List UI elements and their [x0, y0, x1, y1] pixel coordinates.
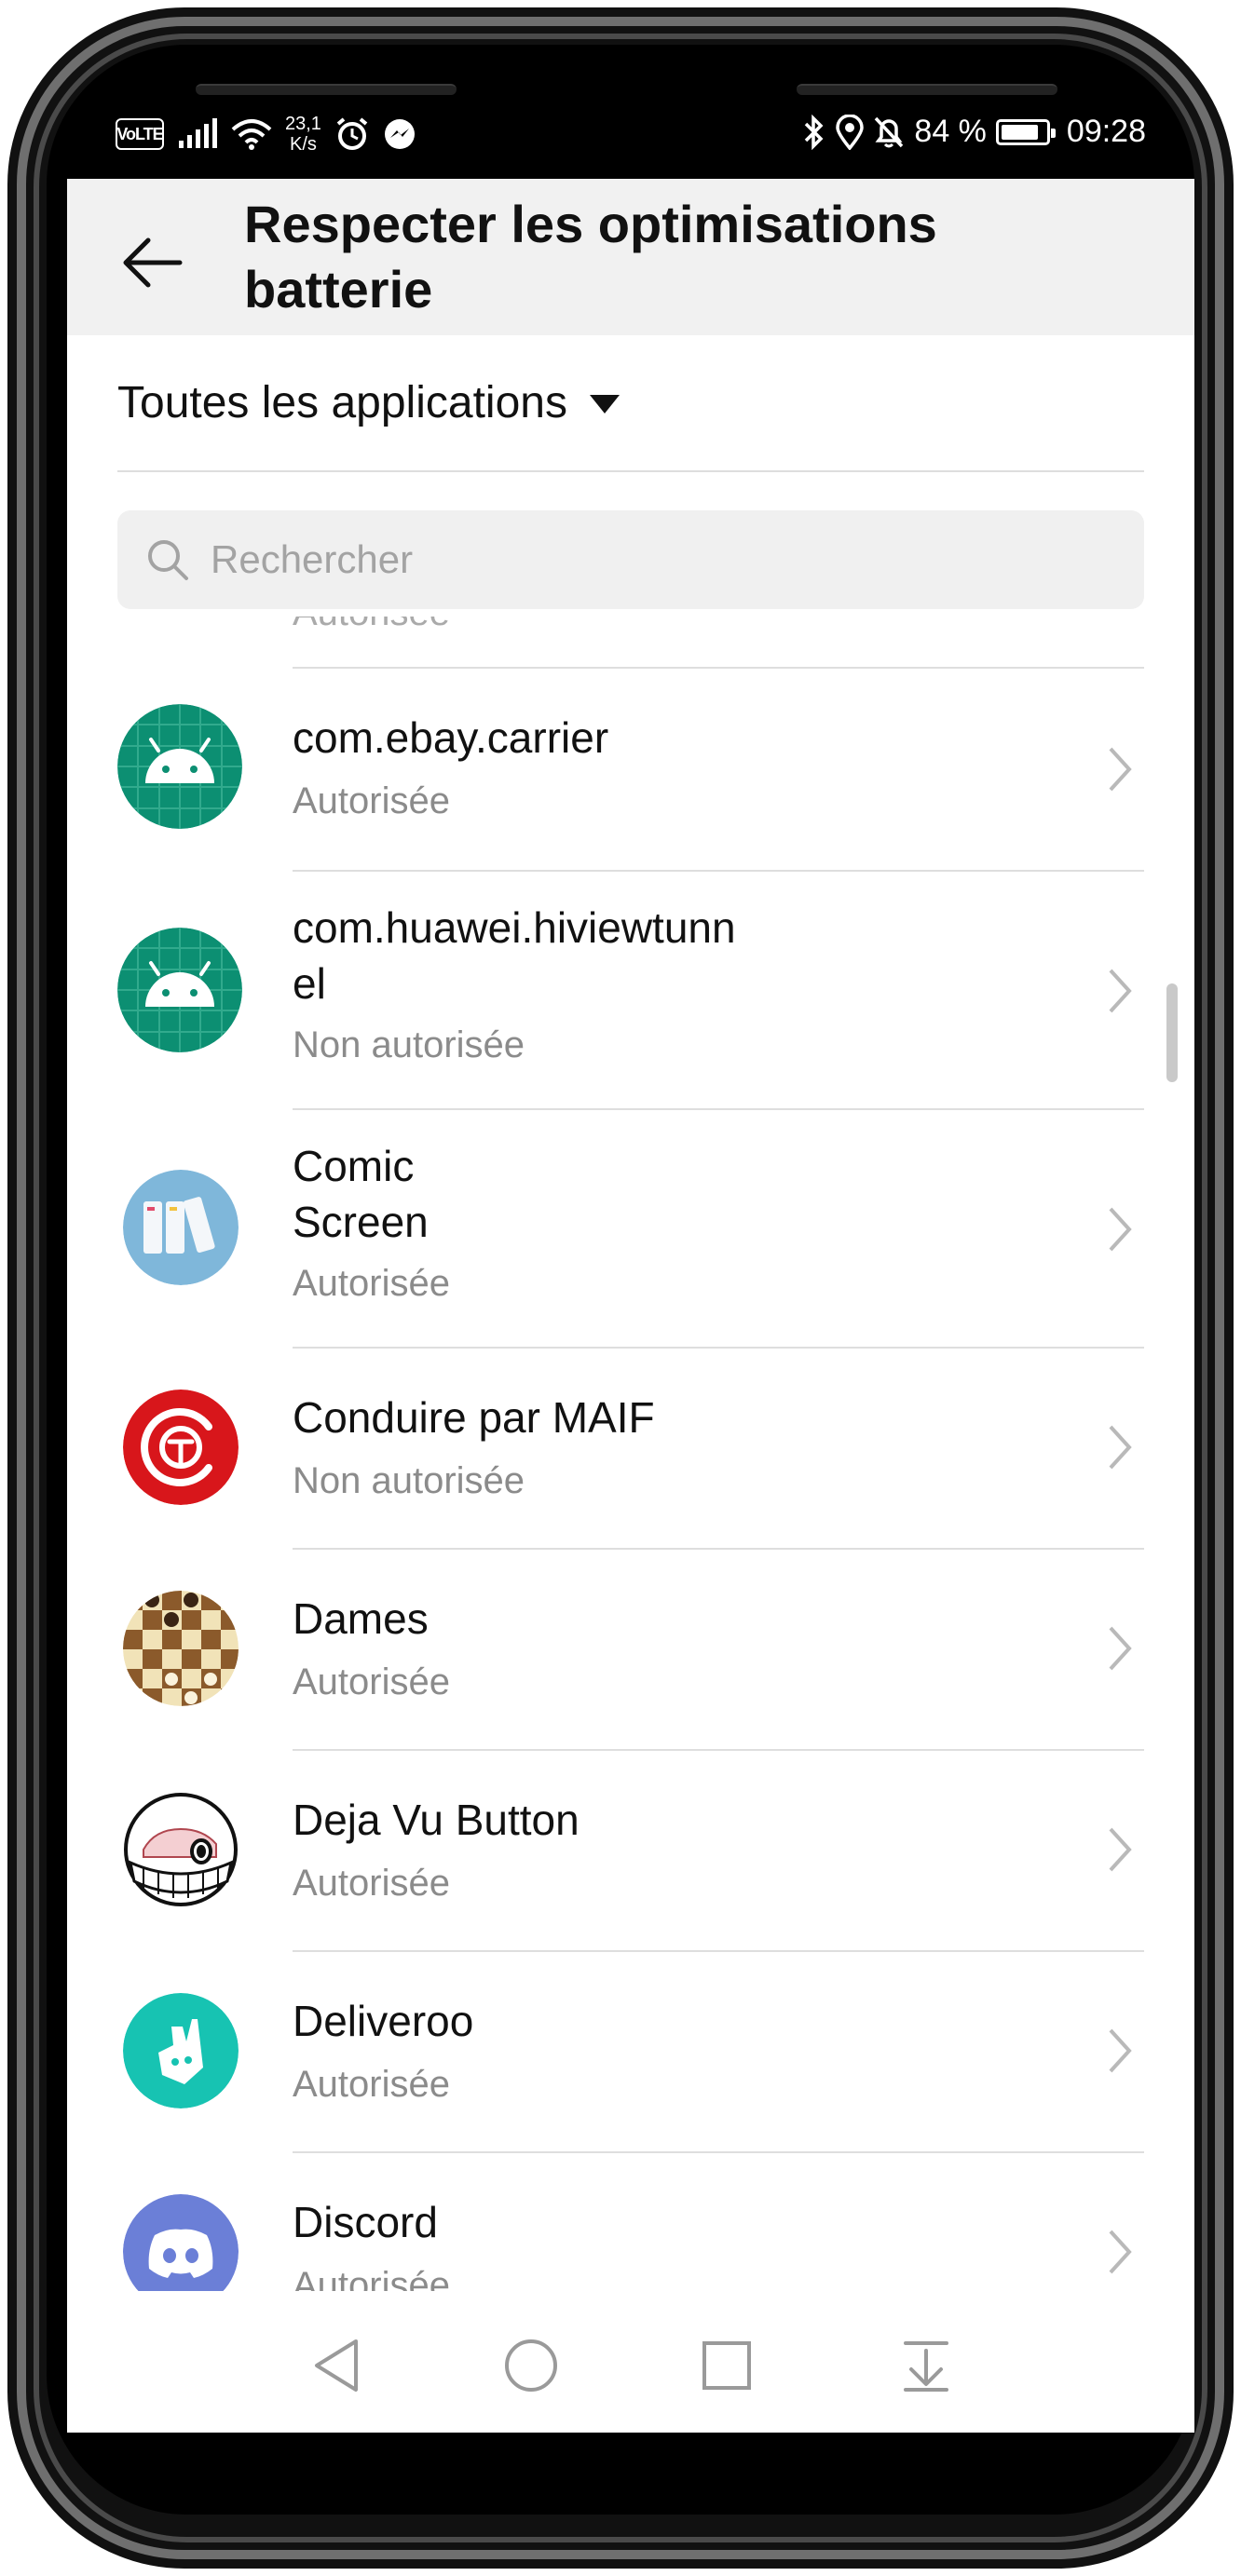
bell-off-icon — [875, 116, 904, 147]
app-name: com.ebay.carrier — [293, 713, 609, 762]
android-icon — [117, 704, 242, 829]
app-status: Autorisée — [293, 780, 450, 821]
app-row-dames[interactable]: Dames Autorisée — [67, 1550, 1194, 1749]
nav-home-button[interactable] — [494, 2328, 568, 2403]
arrow-left-icon — [123, 237, 183, 288]
alarm-icon — [336, 117, 368, 150]
nav-recents-button[interactable] — [689, 2328, 764, 2403]
deliveroo-icon — [123, 1993, 239, 2108]
discord-icon — [123, 2194, 239, 2293]
app-row-comic-screen[interactable]: Comic Screen Autorisée — [67, 1110, 1194, 1347]
app-row-com-huawei-hiviewtunnel[interactable]: com.huawei.hiviewtunn el Non autorisée — [67, 872, 1194, 1108]
app-name: Discord — [293, 2198, 438, 2246]
deja-vu-button-icon — [123, 1792, 239, 1907]
app-status: Non autorisée — [293, 1460, 525, 1501]
app-row-deliveroo[interactable]: Deliveroo Autorisée — [67, 1952, 1194, 2151]
app-name: Comic Screen — [293, 1142, 429, 1246]
app-status: Autorisée — [293, 1263, 450, 1304]
search-icon — [148, 540, 188, 580]
battery-percent: 84 % — [914, 114, 987, 149]
android-icon — [117, 928, 242, 1052]
comic-screen-icon — [123, 1170, 239, 1285]
speaker-left — [196, 84, 457, 95]
app-row-deja-vu-button[interactable]: Deja Vu Button Autorisée — [67, 1751, 1194, 1950]
triangle-back-icon — [315, 2339, 358, 2392]
checkers-icon — [123, 1591, 239, 1706]
chevron-right-icon — [1109, 1827, 1132, 1872]
app-status: Autorisée — [293, 1661, 450, 1702]
app-status: Autorisée — [293, 2064, 450, 2105]
divider — [117, 470, 1144, 472]
volte-icon: VoLTE — [116, 118, 164, 150]
speaker-right — [797, 84, 1057, 95]
app-status: Non autorisée — [293, 1024, 525, 1065]
clock: 09:28 — [1066, 114, 1146, 149]
battery-icon — [995, 118, 1056, 145]
chevron-right-icon — [1109, 969, 1132, 1013]
pull-down-notifications-icon — [904, 2341, 948, 2392]
chevron-right-icon — [1109, 2028, 1132, 2073]
app-row-discord[interactable]: Discord Autorisée — [67, 2153, 1194, 2293]
chevron-right-icon — [1109, 1425, 1132, 1470]
net-speed: 23,1 K/s — [285, 114, 321, 155]
app-name: com.huawei.hiviewtunn el — [293, 903, 736, 1008]
location-icon — [836, 114, 865, 150]
app-bar: Respecter les optimisations batterie — [67, 179, 1194, 335]
nav-back-button[interactable] — [300, 2328, 375, 2403]
app-name: Deja Vu Button — [293, 1796, 580, 1844]
app-name: Conduire par MAIF — [293, 1393, 655, 1442]
app-status: Autorisée — [293, 1863, 450, 1904]
circle-home-icon — [505, 2339, 557, 2392]
app-name: Dames — [293, 1594, 429, 1643]
scrollbar[interactable] — [1166, 983, 1178, 1082]
app-filter-dropdown[interactable]: Toutes les applications — [117, 370, 620, 435]
chevron-right-icon — [1109, 747, 1132, 792]
filter-label: Toutes les applications — [117, 377, 567, 427]
maif-icon — [123, 1390, 239, 1505]
screen: Respecter les optimisations batterie Tou… — [67, 179, 1194, 2433]
nav-notifications-button[interactable] — [889, 2328, 963, 2403]
wifi-icon — [231, 119, 272, 150]
app-row-conduire-par-maif[interactable]: Conduire par MAIF Non autorisée — [67, 1349, 1194, 1548]
caret-down-icon — [589, 395, 620, 414]
signal-icon — [179, 118, 217, 148]
app-status: Autorisée — [293, 2265, 450, 2293]
chevron-right-icon — [1109, 1207, 1132, 1252]
list-item-cut-off: Autorisée — [293, 617, 665, 635]
app-name: Deliveroo — [293, 1997, 474, 2045]
navigation-bar — [67, 2291, 1194, 2433]
app-row-com-ebay-carrier[interactable]: com.ebay.carrier Autorisée — [67, 669, 1194, 870]
bluetooth-icon — [805, 114, 824, 150]
app-list[interactable]: Autorisée com.ebay.carrier Autorisée — [67, 617, 1194, 2293]
chevron-right-icon — [1109, 2230, 1132, 2274]
chevron-right-icon — [1109, 1626, 1132, 1671]
messenger-icon — [384, 119, 415, 149]
search-bar[interactable] — [117, 510, 1144, 609]
square-recents-icon — [702, 2341, 751, 2390]
status-bar: VoLTE 23,1 K/s 84 % 09:28 — [67, 102, 1174, 177]
search-input[interactable] — [209, 536, 1051, 583]
back-button[interactable] — [116, 225, 190, 300]
page-title: Respecter les optimisations batterie — [244, 195, 937, 319]
